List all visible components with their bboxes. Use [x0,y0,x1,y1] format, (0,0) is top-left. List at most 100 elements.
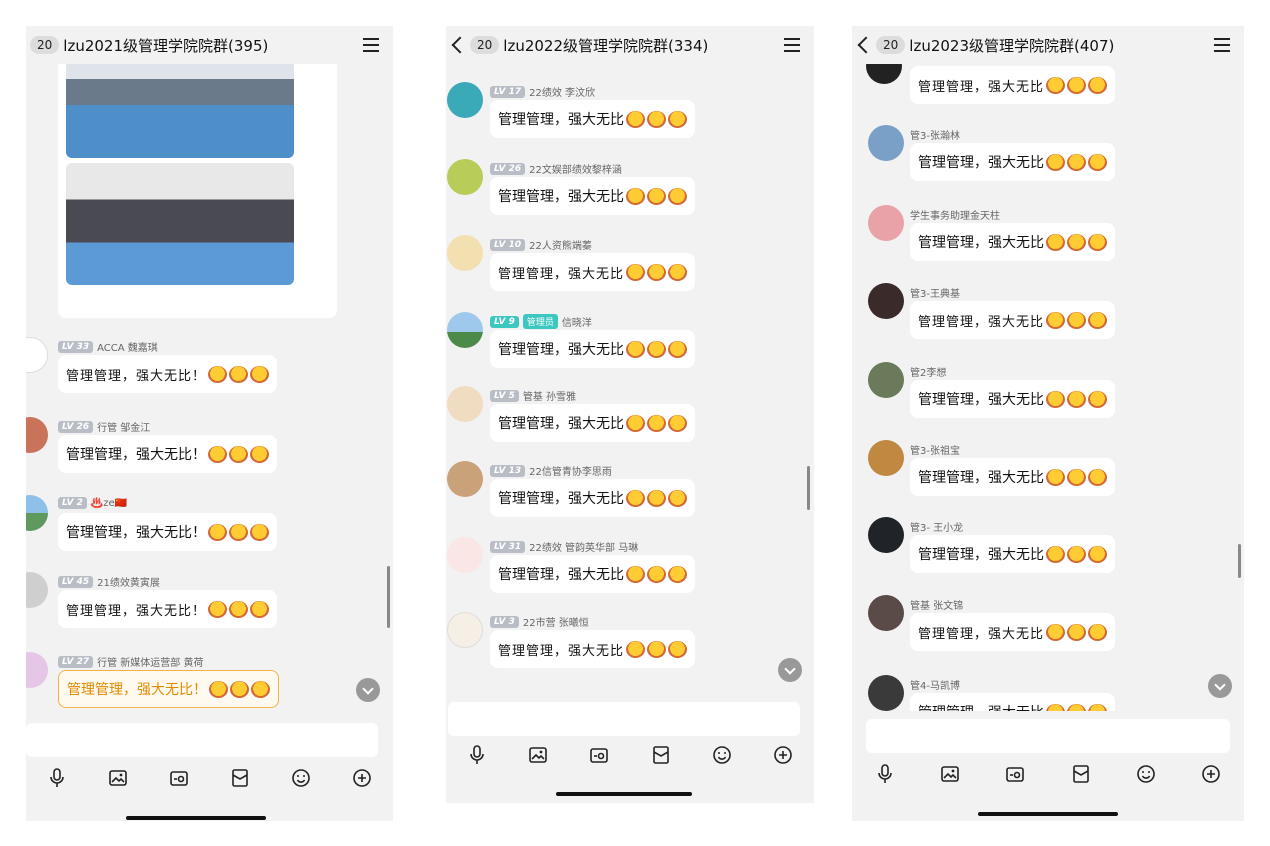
avatar[interactable] [868,125,904,161]
red-packet-icon[interactable] [650,744,672,766]
message-bubble[interactable]: 管理管理，强大无比 [490,253,696,291]
emoji-icon[interactable] [1135,763,1157,785]
sender-name[interactable]: 21绩效黄寅展 [97,574,160,589]
message-bubble[interactable]: 管理管理，强大无比 [490,100,695,138]
avatar[interactable] [868,283,904,319]
image-icon[interactable] [107,767,129,789]
message-bubble[interactable]: 管理管理，强大无比 [490,177,695,215]
message-bubble[interactable]: 管理管理，强大无比 [490,404,695,442]
camera-icon[interactable] [168,767,190,789]
sender-name[interactable]: ♨️ze🇨🇳 [91,498,127,509]
message-bubble[interactable]: 管理管理，强大无比 [490,630,696,668]
image-message-card[interactable] [58,26,337,318]
message-bubble[interactable]: 管理管理，强大无比 [910,66,1116,104]
sender-name[interactable]: 22文娱部绩效黎梓涵 [529,161,622,176]
scroll-down-button[interactable] [356,678,380,702]
message-input[interactable] [866,719,1230,753]
message-bubble[interactable]: 管理管理，强大无比 [910,143,1115,181]
unread-count-badge[interactable]: 20 [876,36,906,54]
sender-name[interactable]: 管3-张祖宝 [910,442,960,457]
message-bubble[interactable]: 管理管理，强大无比 [490,330,695,368]
scrollbar[interactable] [1238,544,1241,578]
plus-icon[interactable] [772,744,794,766]
sender-name[interactable]: 22信管青协李思雨 [529,463,612,478]
avatar[interactable] [447,312,483,348]
avatar[interactable] [868,595,904,631]
back-icon[interactable] [856,26,872,64]
message-bubble[interactable]: 管理管理，强大无比 [490,555,695,593]
scrollbar[interactable] [807,466,810,510]
microphone-icon[interactable] [874,763,896,785]
back-icon[interactable] [450,26,466,64]
scroll-down-button[interactable] [1208,674,1232,698]
message-bubble[interactable]: 管理管理，强大无比！ [58,513,277,551]
microphone-icon[interactable] [466,744,488,766]
message-bubble[interactable]: 管理管理，强大无比 [490,479,695,517]
menu-icon[interactable] [1214,38,1230,52]
red-packet-icon[interactable] [229,767,251,789]
message-input[interactable] [26,723,378,757]
message-bubble[interactable]: 管理管理，强大无比！ [58,670,279,708]
microphone-icon[interactable] [46,767,68,789]
avatar[interactable] [447,159,483,195]
message-bubble[interactable]: 管理管理，强大无比 [910,380,1115,418]
message-bubble[interactable]: 管理管理，强大无比 [910,535,1115,573]
avatar[interactable] [26,652,48,688]
avatar[interactable] [868,517,904,553]
sender-name[interactable]: 管基 孙雪雅 [523,388,576,403]
sender-name[interactable]: 管基 张文锦 [910,597,963,612]
avatar[interactable] [868,362,904,398]
message-bubble[interactable]: 管理管理，强大无比！ [58,355,278,393]
sender-name[interactable]: 管2李想 [910,364,946,379]
message-bubble[interactable]: 管理管理，强大无比 [910,223,1115,261]
emoji-icon[interactable] [290,767,312,789]
avatar[interactable] [868,205,904,241]
scrollbar[interactable] [387,566,390,628]
avatar[interactable] [868,440,904,476]
avatar[interactable] [26,337,48,373]
red-packet-icon[interactable] [1070,763,1092,785]
avatar[interactable] [447,386,483,422]
avatar[interactable] [447,235,483,271]
image-icon[interactable] [527,744,549,766]
avatar[interactable] [26,572,48,608]
basketball-photo-2[interactable] [66,163,294,285]
emoji-icon[interactable] [711,744,733,766]
sender-name[interactable]: 22市营 张曦恒 [523,614,589,629]
camera-icon[interactable] [1004,763,1026,785]
message-bubble[interactable]: 管理管理，强大无比！ [58,435,277,473]
plus-icon[interactable] [351,767,373,789]
message-bubble[interactable]: 管理管理，强大无比 [910,301,1116,339]
menu-icon[interactable] [784,38,800,52]
image-icon[interactable] [939,763,961,785]
avatar[interactable] [447,537,483,573]
sender-name[interactable]: 管3- 王小龙 [910,519,963,534]
message-bubble[interactable]: 管理管理，强大无比 [910,613,1116,651]
sender-name[interactable]: 行管 新媒体运营部 黄荷 [97,654,203,669]
menu-icon[interactable] [363,38,379,52]
avatar[interactable] [447,461,483,497]
scroll-down-button[interactable] [778,658,802,682]
plus-icon[interactable] [1200,763,1222,785]
unread-count-badge[interactable]: 20 [470,36,500,54]
sender-name[interactable]: 管3-王典基 [910,285,960,300]
sender-name[interactable]: 22绩效 李汶欣 [529,84,595,99]
message-bubble[interactable]: 管理管理，强大无比！ [58,590,278,628]
avatar[interactable] [447,82,483,118]
avatar[interactable] [447,612,483,648]
sender-name[interactable]: ACCA 魏嘉琪 [97,339,158,354]
avatar[interactable] [26,417,48,453]
sender-name[interactable]: 22绩效 管韵英华部 马琳 [529,539,638,554]
sender-name[interactable]: 学生事务助理金天柱 [910,207,1000,222]
camera-icon[interactable] [588,744,610,766]
message-bubble[interactable]: 管理管理，强大无比 [910,458,1115,496]
sender-name[interactable]: 行管 邹金江 [97,419,150,434]
sender-name[interactable]: 22人资熊端蓁 [529,237,592,252]
sender-name[interactable]: 信晓洋 [562,314,592,329]
avatar[interactable] [26,495,48,531]
unread-count-badge[interactable]: 20 [30,36,60,54]
sender-name[interactable]: 管3-张瀚林 [910,127,960,142]
message-input[interactable] [448,702,800,736]
avatar[interactable] [868,675,904,711]
sender-name[interactable]: 管4-马凯博 [910,677,960,692]
